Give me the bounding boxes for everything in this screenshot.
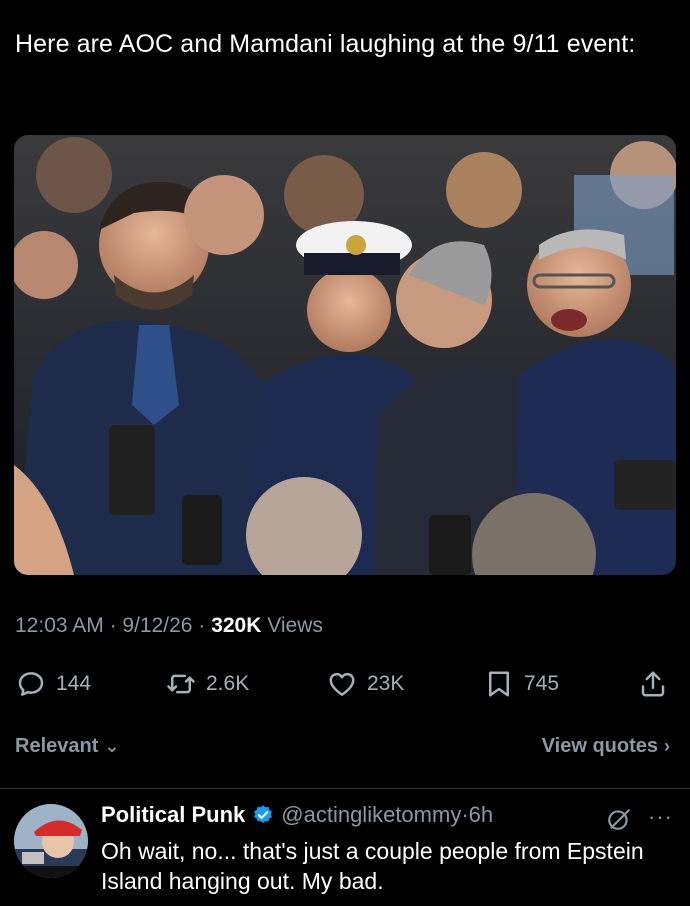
avatar[interactable]	[14, 804, 88, 878]
retweet-button[interactable]: 2.6K	[166, 664, 249, 704]
crowd-photo-illustration	[14, 135, 676, 575]
more-options-icon[interactable]: ···	[648, 804, 673, 830]
like-button[interactable]: 23K	[327, 664, 404, 704]
view-quotes-link[interactable]: View quotes ›	[542, 735, 670, 758]
tweet-timestamp-views: 12:03 AM · 9/12/26 · 320K Views	[15, 614, 323, 638]
reply-author-name[interactable]: Political Punk	[101, 802, 245, 828]
meta-separator: ·	[109, 614, 117, 637]
like-count: 23K	[367, 672, 405, 695]
reply-count: 144	[56, 672, 92, 695]
replies-sort-row: Relevant ⌄ View quotes ›	[0, 732, 690, 766]
retweet-count: 2.6K	[206, 672, 250, 695]
chevron-right-icon: ›	[664, 736, 670, 756]
tweet-action-bar: 144 2.6K 23K 745	[0, 664, 690, 704]
views-label: Views	[267, 614, 323, 637]
bookmark-icon	[489, 671, 509, 697]
grok-icon[interactable]	[606, 806, 632, 832]
heart-icon	[329, 672, 355, 696]
tweet-time[interactable]: 12:03 AM	[15, 614, 104, 637]
reply-icon	[18, 672, 44, 696]
bookmark-button[interactable]: 745	[484, 664, 559, 704]
reply-header: Political Punk @actingliketommy · 6h	[101, 802, 493, 828]
bookmark-count: 745	[524, 672, 560, 695]
reply-time[interactable]: 6h	[469, 802, 493, 828]
reply-tweet[interactable]: Political Punk @actingliketommy · 6h ···…	[0, 800, 690, 906]
retweet-icon	[167, 674, 195, 694]
views-count: 320K	[211, 614, 262, 637]
reply-author-handle[interactable]: @actingliketommy	[281, 802, 461, 828]
chevron-down-icon: ⌄	[104, 736, 120, 756]
share-button[interactable]	[638, 664, 668, 704]
tweet-photo[interactable]	[14, 135, 676, 575]
meta-separator: ·	[461, 802, 469, 827]
tweet-date[interactable]: 9/12/26	[122, 614, 192, 637]
meta-separator: ·	[198, 614, 206, 637]
avatar-image	[14, 804, 88, 878]
divider	[0, 788, 690, 789]
verified-badge-icon	[254, 805, 273, 823]
sort-dropdown[interactable]: Relevant ⌄	[15, 735, 119, 758]
sort-label: Relevant	[15, 735, 99, 757]
reply-text: Oh wait, no... that's just a couple peop…	[101, 838, 644, 894]
share-icon	[641, 671, 665, 697]
reply-button[interactable]: 144	[16, 664, 91, 704]
view-quotes-label: View quotes	[541, 735, 658, 757]
tweet-text: Here are AOC and Mamdani laughing at the…	[15, 30, 636, 58]
